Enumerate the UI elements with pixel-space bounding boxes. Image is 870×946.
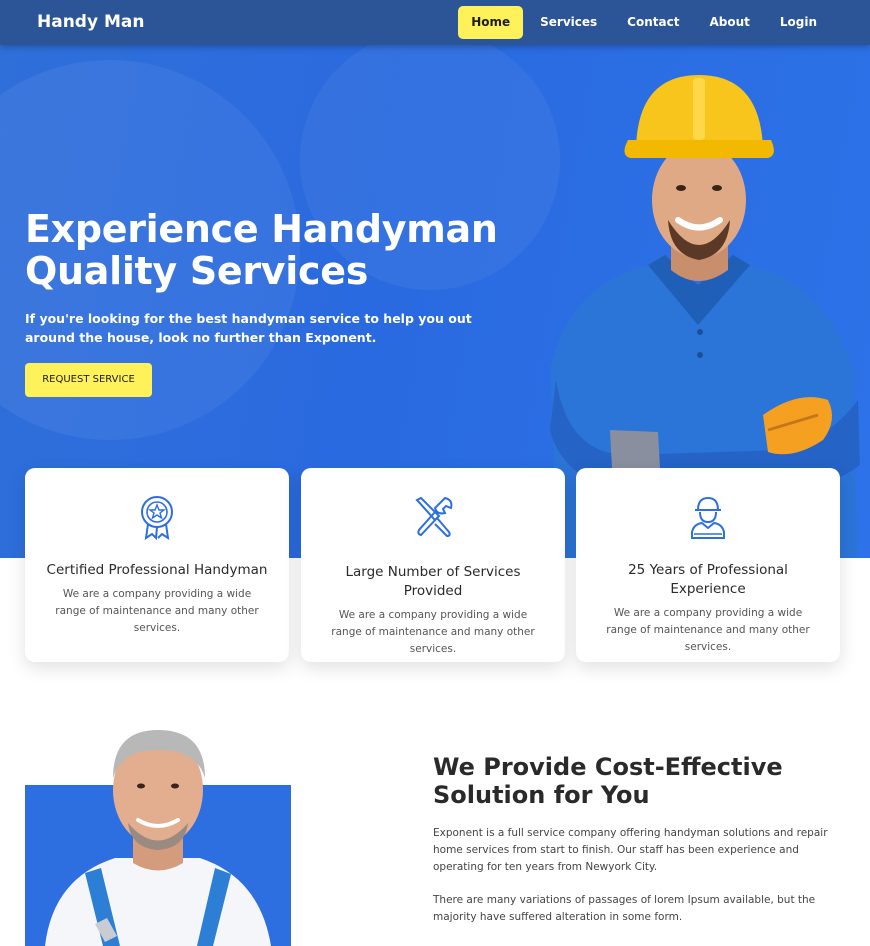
about-title: We Provide Cost-Effective Solution for Y… (433, 753, 783, 809)
award-badge-icon (141, 496, 173, 540)
handyman-portrait-photo (45, 730, 271, 946)
feature-text: We are a company providing a wide range … (331, 609, 535, 655)
feature-text: We are a company providing a wide range … (55, 588, 259, 634)
worker-icon (691, 496, 725, 539)
feature-text: We are a company providing a wide range … (606, 607, 810, 653)
feature-title: Certified Professional Handyman (46, 562, 268, 578)
feature-card: Large Number of Services Provided We are… (301, 468, 565, 662)
nav-contact[interactable]: Contact (614, 6, 692, 39)
request-service-button[interactable]: REQUEST SERVICE (25, 363, 152, 397)
feature-title: 25 Years of Professional Experience (628, 562, 788, 597)
feature-card: Certified Professional Handyman We are a… (25, 468, 289, 662)
feature-card: 25 Years of Professional Experience We a… (576, 468, 840, 662)
nav-home[interactable]: Home (458, 6, 524, 39)
brand-logo[interactable]: Handy Man (37, 12, 144, 32)
about-paragraph: Exponent is a full service company offer… (433, 827, 828, 873)
nav-login[interactable]: Login (767, 6, 830, 39)
hero-title: Experience Handyman Quality Services (25, 207, 498, 293)
nav-links: Home Services Contact About Login (454, 6, 830, 39)
nav-about[interactable]: About (696, 6, 762, 39)
nav-services[interactable]: Services (527, 6, 610, 39)
tools-icon (415, 496, 453, 538)
hero-subtitle: If you're looking for the best handyman … (25, 311, 472, 345)
top-navbar: Handy Man Home Services Contact About Lo… (0, 0, 870, 45)
about-paragraph: There are many variations of passages of… (433, 894, 816, 923)
feature-title: Large Number of Services Provided (345, 564, 521, 599)
